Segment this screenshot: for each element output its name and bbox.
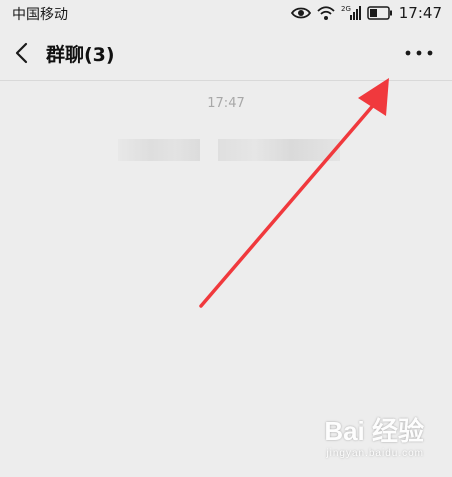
status-bar: 中国移动 2G 17:47 — [0, 0, 452, 26]
eye-icon — [290, 7, 311, 19]
signal-icon: 2G — [341, 5, 361, 20]
blurred-text-block — [218, 139, 340, 161]
chat-header: 群聊(3) — [0, 26, 452, 81]
network-type: 2G — [341, 5, 351, 13]
status-icons: 2G 17:47 — [290, 3, 442, 23]
battery-icon — [367, 6, 392, 20]
carrier-name: 中国移动 — [12, 7, 68, 23]
wifi-icon — [317, 5, 335, 20]
chat-title: 群聊(3) — [46, 44, 115, 66]
status-time: 17:47 — [398, 4, 442, 22]
watermark-logo: Bai 经验 — [324, 416, 424, 446]
chevron-left-icon[interactable] — [10, 40, 36, 66]
watermark-url: jingyan.baidu.com — [326, 448, 424, 459]
more-dots-icon[interactable] — [404, 42, 434, 64]
watermark: Bai 经验 jingyan.baidu.com — [324, 411, 424, 459]
message-timestamp: 17:47 — [207, 96, 245, 111]
blurred-text-block — [118, 139, 200, 161]
